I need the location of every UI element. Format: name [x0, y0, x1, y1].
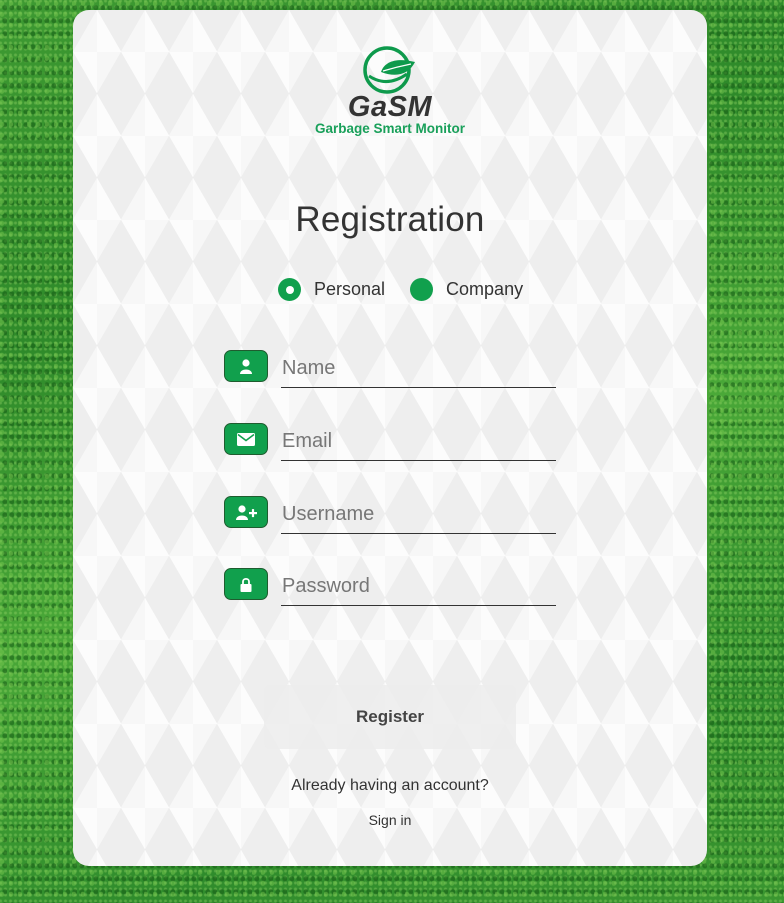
leaf-globe-icon [363, 46, 415, 94]
email-input[interactable] [281, 423, 556, 461]
radio-personal[interactable] [278, 278, 301, 301]
logo: GaSM Garbage Smart Monitor [73, 46, 707, 137]
lock-icon [224, 568, 268, 600]
account-prompt: Already having an account? [291, 777, 489, 794]
username-field-row [224, 496, 557, 536]
user-icon [224, 350, 268, 382]
username-input[interactable] [281, 496, 556, 534]
account-type-group: Personal Company [278, 278, 523, 301]
account-type-personal[interactable]: Personal [278, 278, 385, 301]
user-plus-icon [224, 496, 268, 528]
name-field-row [224, 350, 557, 390]
registration-card: GaSM Garbage Smart Monitor Registration … [73, 10, 707, 866]
password-field-row [224, 568, 557, 608]
email-field-row [224, 423, 557, 463]
register-button[interactable]: Register [264, 685, 516, 749]
logo-tagline: Garbage Smart Monitor [314, 121, 466, 136]
account-type-company[interactable]: Company [410, 278, 523, 301]
radio-company-label[interactable]: Company [446, 279, 523, 300]
radio-company[interactable] [410, 278, 434, 301]
password-input[interactable] [281, 568, 556, 606]
logo-name: GaSM [347, 91, 433, 123]
sign-in-link[interactable]: Sign in [73, 812, 707, 828]
radio-personal-label[interactable]: Personal [314, 279, 385, 300]
page-title: Registration [295, 200, 485, 239]
radio-selected-dot [285, 285, 294, 294]
name-input[interactable] [281, 350, 556, 388]
envelope-icon [224, 423, 268, 455]
